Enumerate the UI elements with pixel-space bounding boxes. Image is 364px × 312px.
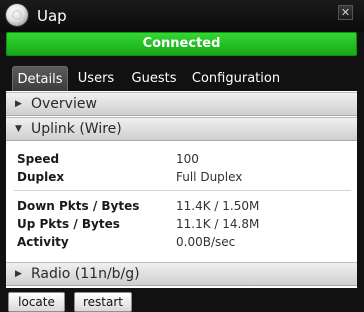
speed-value: 100 xyxy=(176,152,199,166)
tab-details[interactable]: Details xyxy=(12,66,68,91)
activity-label: Activity xyxy=(17,235,69,249)
details-panel: ▶ Overview ▼ Uplink (Wire) Speed 100 Dup… xyxy=(6,91,357,288)
down-label: Down Pkts / Bytes xyxy=(17,199,140,213)
tab-configuration[interactable]: Configuration xyxy=(191,66,281,91)
title-bar: Uap ✕ xyxy=(0,0,364,32)
activity-row: Activity 0.00B/sec xyxy=(6,233,357,251)
speed-label: Speed xyxy=(17,152,60,166)
duplex-row: Duplex Full Duplex xyxy=(6,168,357,186)
section-overview-label: Overview xyxy=(31,96,97,112)
window-title: Uap xyxy=(37,7,67,25)
section-uplink[interactable]: ▼ Uplink (Wire) xyxy=(6,117,357,141)
tab-users[interactable]: Users xyxy=(72,66,120,91)
close-icon[interactable]: ✕ xyxy=(338,5,353,20)
down-value: 11.4K / 1.50M xyxy=(176,199,260,213)
section-radio[interactable]: ▶ Radio (11n/b/g) xyxy=(6,262,357,286)
section-radio-label: Radio (11n/b/g) xyxy=(31,266,140,282)
section-overview[interactable]: ▶ Overview xyxy=(6,92,357,116)
up-row: Up Pkts / Bytes 11.1K / 14.8M xyxy=(6,215,357,233)
triangle-right-icon: ▶ xyxy=(15,99,22,109)
section-uplink-label: Uplink (Wire) xyxy=(31,121,122,137)
activity-value: 0.00B/sec xyxy=(176,235,236,249)
divider xyxy=(14,190,351,191)
access-point-icon xyxy=(6,4,28,26)
status-badge: Connected xyxy=(6,32,357,56)
down-row: Down Pkts / Bytes 11.4K / 1.50M xyxy=(6,197,357,215)
restart-button[interactable]: restart xyxy=(74,292,132,312)
up-value: 11.1K / 14.8M xyxy=(176,217,260,231)
up-label: Up Pkts / Bytes xyxy=(17,217,120,231)
duplex-label: Duplex xyxy=(17,170,65,184)
duplex-value: Full Duplex xyxy=(176,170,243,184)
locate-button[interactable]: locate xyxy=(8,292,65,312)
tab-guests[interactable]: Guests xyxy=(125,66,183,91)
speed-row: Speed 100 xyxy=(6,150,357,168)
triangle-down-icon: ▼ xyxy=(15,124,22,134)
tab-bar: Details Users Guests Configuration xyxy=(6,64,357,91)
triangle-right-icon: ▶ xyxy=(15,269,22,279)
